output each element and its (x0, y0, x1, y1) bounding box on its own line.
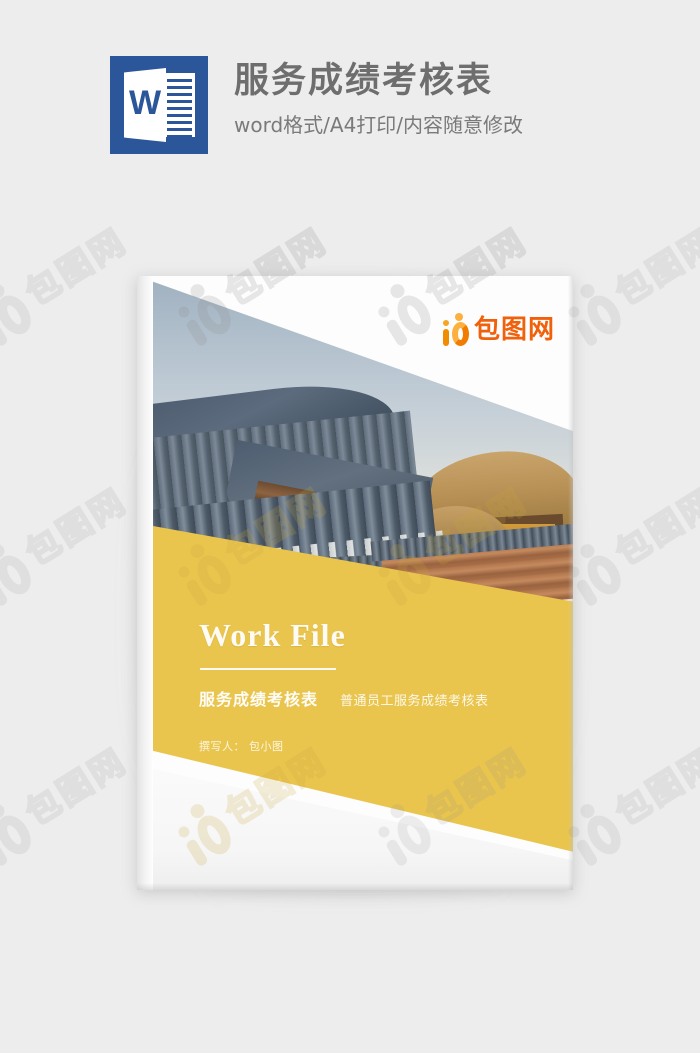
watermark-text: 包图网 (18, 740, 135, 835)
header: W 服务成绩考核表 word格式/A4打印/内容随意修改 (110, 56, 610, 161)
cover-text-block: Work File 服务成绩考核表 普通员工服务成绩考核表 撰写人： 包小图 (199, 616, 529, 754)
baotu-b-logo-watermark-icon (0, 537, 38, 610)
word-document-icon: W (110, 56, 208, 154)
watermark-text: 包图网 (608, 220, 700, 315)
watermark-tile: 包图网 (560, 740, 700, 878)
cover-work-file-label: Work File (199, 617, 346, 653)
page-title: 服务成绩考核表 (234, 61, 494, 101)
watermark-tile: 包图网 (560, 480, 700, 618)
watermark-text: 包图网 (18, 220, 135, 315)
cover-subtitle: 普通员工服务成绩考核表 (340, 694, 489, 709)
word-icon-letter: W (128, 84, 162, 122)
watermark-text: 包图网 (18, 480, 135, 575)
brand-logo: 包图网 (442, 313, 555, 347)
baotu-b-logo-icon (442, 313, 469, 347)
cover-title: 服务成绩考核表 (199, 690, 319, 709)
cover-right-edge (568, 276, 573, 890)
cover-divider (200, 668, 336, 670)
watermark-tile: 包图网 (0, 740, 135, 878)
cover-spine (137, 276, 153, 890)
watermark-text: 包图网 (608, 740, 700, 835)
watermark-tile: 包图网 (560, 220, 700, 358)
watermark-text: 包图网 (608, 480, 700, 575)
watermark-tile: 包图网 (0, 220, 135, 358)
baotu-b-logo-watermark-icon (0, 797, 38, 870)
word-icon-page-right (164, 73, 195, 138)
header-text-block: 服务成绩考核表 word格式/A4打印/内容随意修改 (234, 56, 523, 142)
page-subtitle: word格式/A4打印/内容随意修改 (234, 113, 524, 137)
cover-author: 撰写人： 包小图 (199, 740, 284, 753)
book-cover: 包图网 Work File 服务成绩考核表 普通员工服务成绩考核表 撰写人： 包… (137, 276, 573, 890)
cover-bottom-edge (137, 883, 573, 890)
cover-title-row: 服务成绩考核表 普通员工服务成绩考核表 (199, 686, 529, 710)
brand-logo-text: 包图网 (473, 315, 555, 345)
page-background: W 服务成绩考核表 word格式/A4打印/内容随意修改 包图网 Work Fi… (0, 0, 700, 1053)
baotu-b-logo-watermark-icon (0, 277, 38, 350)
watermark-tile: 包图网 (0, 480, 135, 618)
